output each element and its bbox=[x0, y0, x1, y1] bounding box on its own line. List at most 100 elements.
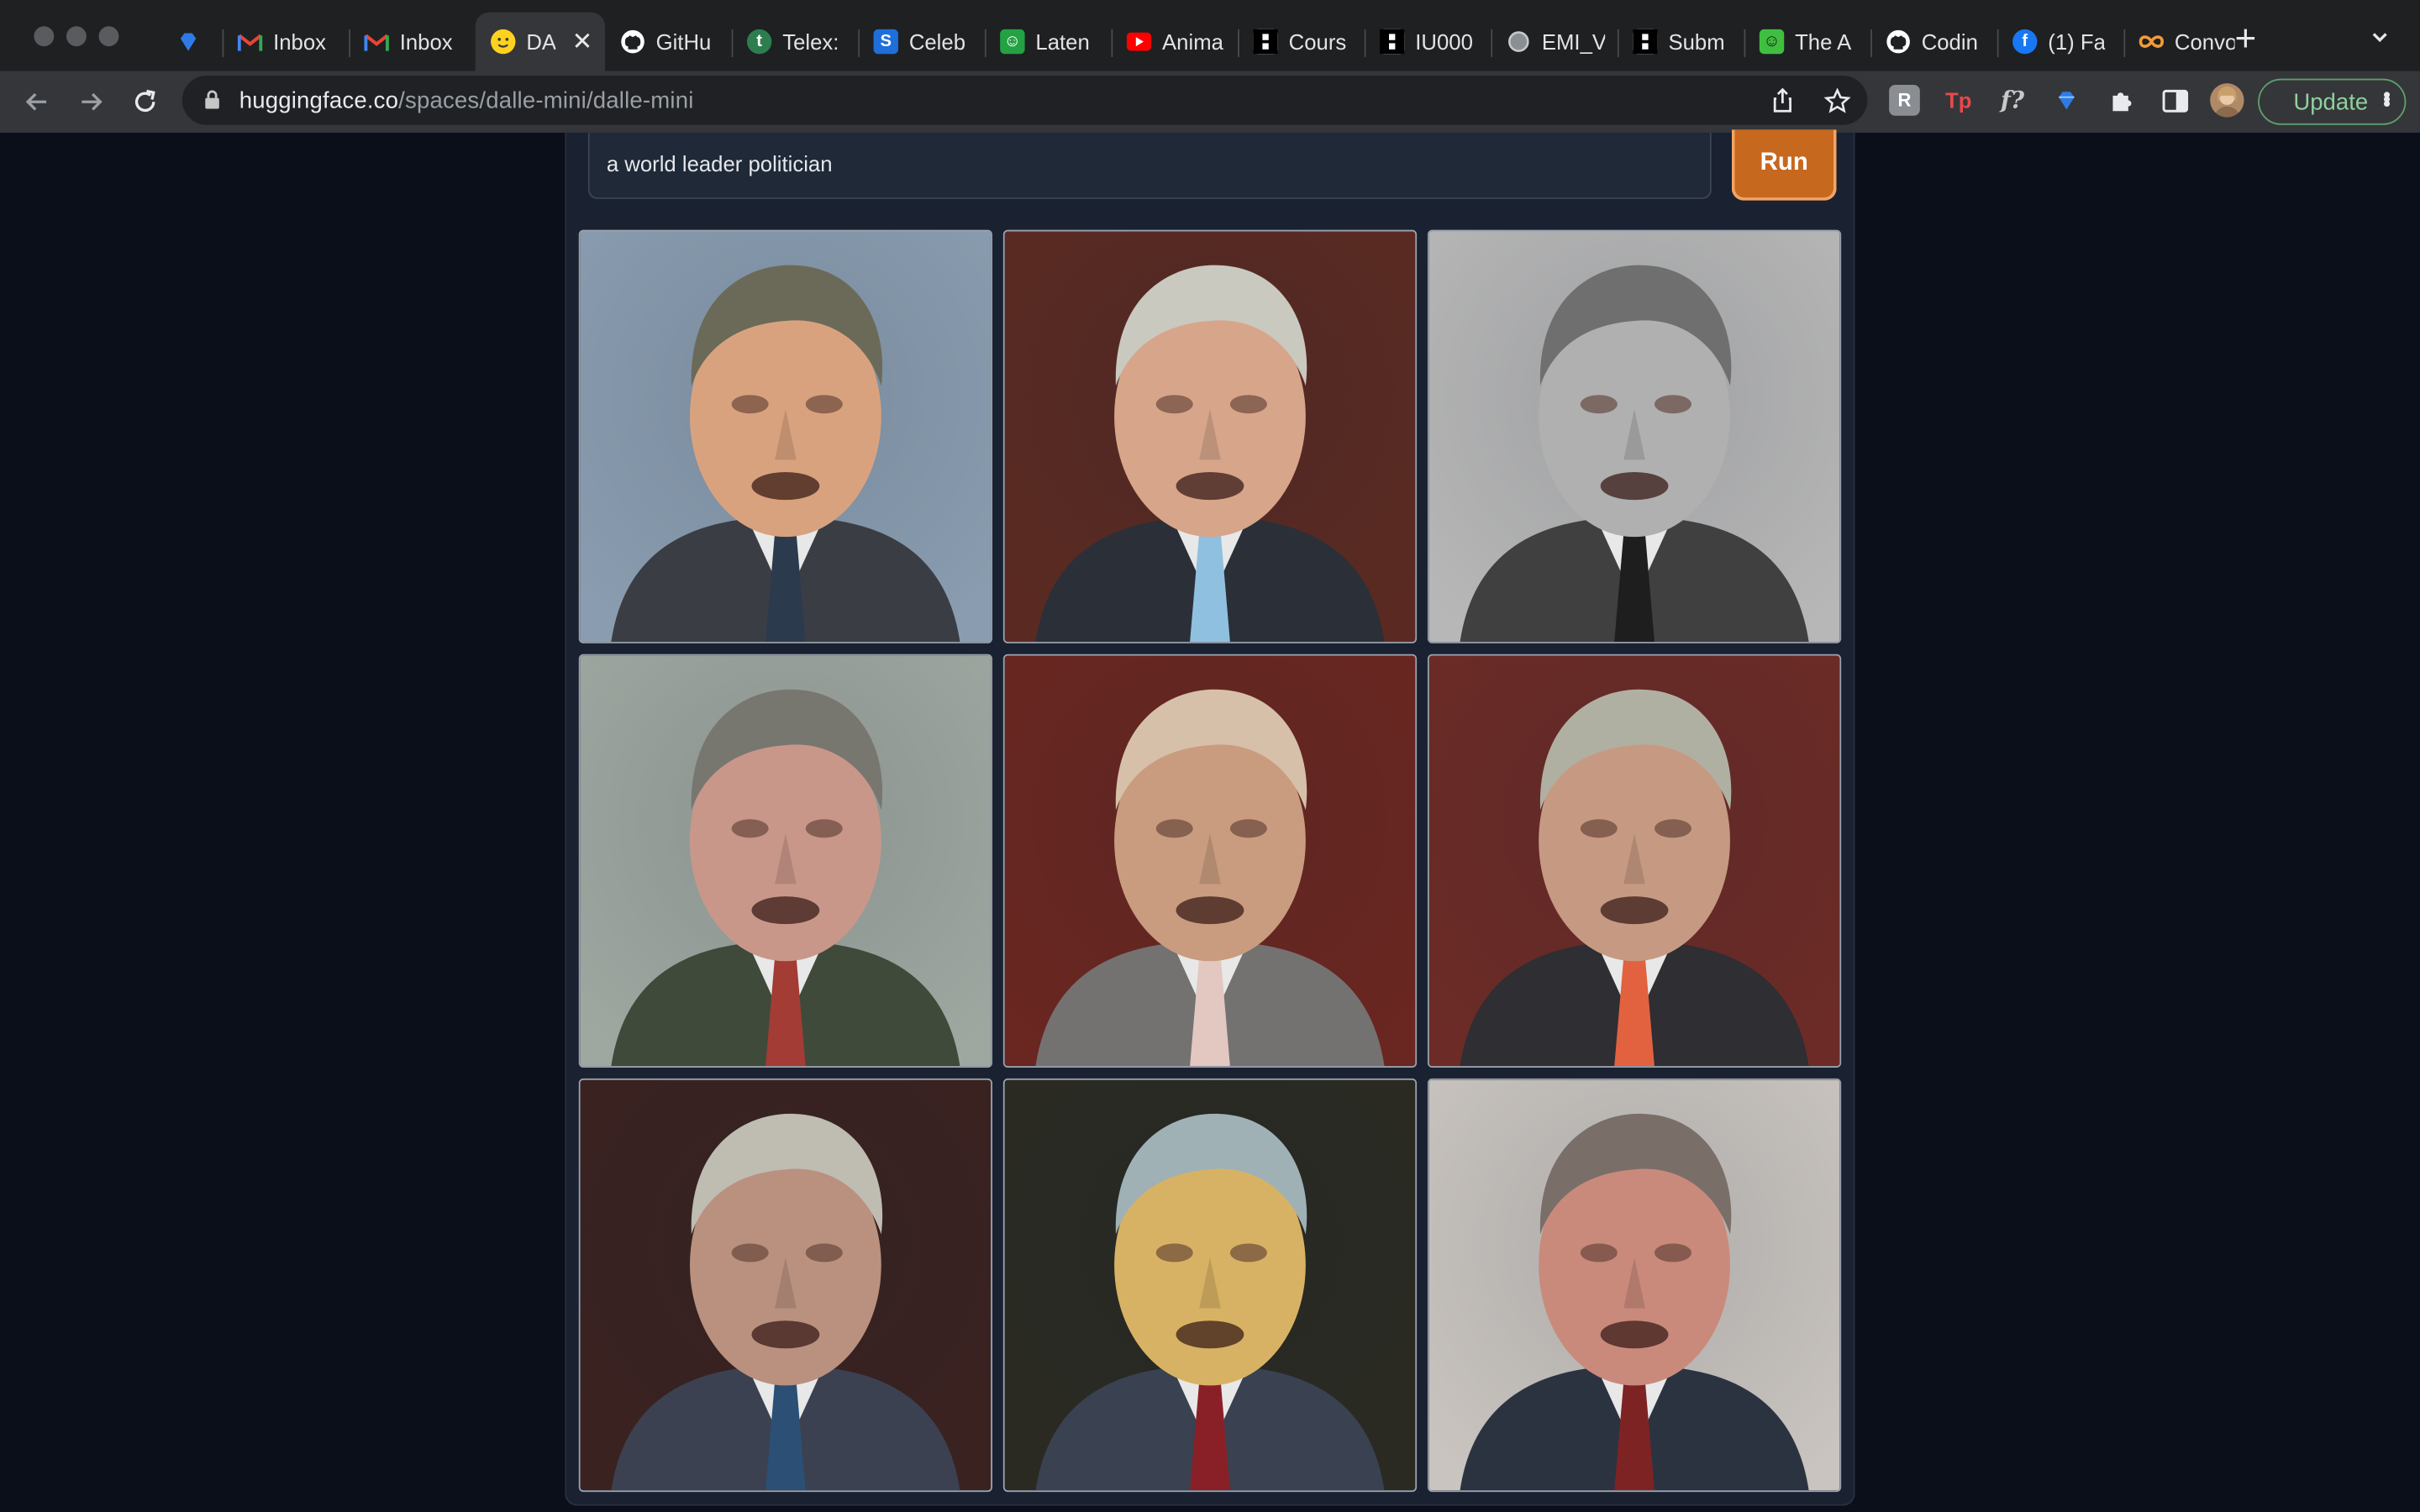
github-icon bbox=[620, 29, 644, 54]
tab-label: Codin bbox=[1921, 29, 1978, 55]
portrait-image bbox=[1004, 1079, 1416, 1491]
bookmark-star-icon[interactable] bbox=[1823, 87, 1850, 114]
browser-tab[interactable]: Anima bbox=[1111, 13, 1238, 71]
more-vertical-icon[interactable]: ••• bbox=[2375, 91, 2400, 104]
youtube-icon bbox=[1126, 29, 1152, 54]
generated-image[interactable] bbox=[578, 229, 992, 643]
close-window-button[interactable] bbox=[34, 26, 55, 47]
tab-label: Subm bbox=[1668, 29, 1725, 55]
tab-label: Convo bbox=[2174, 29, 2235, 55]
app-panel: a world leader politician Run bbox=[565, 129, 1855, 1506]
browser-tab[interactable]: Inbox bbox=[349, 13, 476, 71]
browser-tab[interactable]: S Celeb bbox=[858, 13, 985, 71]
facebook-icon: f bbox=[2012, 29, 2038, 55]
chevron-down-icon[interactable] bbox=[2370, 28, 2389, 46]
globe-icon bbox=[1507, 29, 1531, 54]
lock-icon[interactable] bbox=[203, 90, 220, 110]
celeb-icon: S bbox=[873, 29, 898, 55]
browser-tab[interactable] bbox=[160, 13, 222, 71]
browser-tab[interactable]: DA ✕ bbox=[475, 12, 605, 71]
browser-tab[interactable]: ☺ Laten bbox=[984, 13, 1112, 71]
browser-tab[interactable]: Inbox bbox=[222, 13, 349, 71]
tab-label: GitHu bbox=[655, 29, 712, 55]
latent-icon: ☺ bbox=[1000, 29, 1025, 55]
reload-icon bbox=[134, 89, 155, 113]
the-a-icon: ☺ bbox=[1759, 29, 1785, 55]
url-text[interactable]: huggingface.co/spaces/dalle-mini/dalle-m… bbox=[239, 88, 694, 114]
iu-icon bbox=[1380, 29, 1405, 55]
profile-avatar[interactable] bbox=[2210, 83, 2244, 118]
tab-label: IU000 bbox=[1415, 29, 1473, 55]
side-panel-icon[interactable] bbox=[2160, 85, 2191, 116]
browser-tab-strip: Inbox Inbox DA ✕ GitHu t Telex: S Celeb ☺ Laten Ani… bbox=[0, 0, 2420, 77]
zoom-window-button[interactable] bbox=[98, 26, 119, 47]
portrait-image bbox=[1428, 1079, 1840, 1491]
url-host: huggingface.co bbox=[239, 87, 399, 114]
arrow-left-icon bbox=[25, 92, 47, 111]
puzzle-icon[interactable] bbox=[2105, 85, 2136, 116]
generated-image[interactable] bbox=[578, 654, 992, 1068]
submit-icon bbox=[1633, 29, 1658, 55]
browser-tab[interactable]: Subm bbox=[1617, 13, 1744, 71]
courses-icon bbox=[1253, 29, 1278, 55]
browser-tab[interactable]: ☺ The A bbox=[1744, 13, 1870, 71]
extension-diamond-icon[interactable] bbox=[2051, 85, 2082, 116]
portrait-image bbox=[1428, 231, 1840, 643]
generated-image[interactable] bbox=[1427, 229, 1842, 643]
portrait-image bbox=[580, 1079, 992, 1491]
tab-label: Celeb bbox=[908, 29, 966, 55]
gmail-icon bbox=[364, 29, 389, 54]
diamond-icon bbox=[176, 29, 200, 54]
tab-label: Anima bbox=[1162, 29, 1223, 55]
update-label: Update bbox=[2293, 88, 2369, 115]
run-button[interactable]: Run bbox=[1731, 129, 1837, 201]
extension-function-icon[interactable]: f? bbox=[1997, 85, 2028, 116]
generated-image[interactable] bbox=[1002, 654, 1418, 1068]
address-bar[interactable]: huggingface.co/spaces/dalle-mini/dalle-m… bbox=[182, 75, 1868, 125]
telex-icon: t bbox=[746, 29, 772, 55]
arrow-right-icon bbox=[82, 92, 103, 111]
url-path: /spaces/dalle-mini/dalle-mini bbox=[398, 87, 694, 114]
browser-tab[interactable]: t Telex: bbox=[731, 13, 859, 71]
browser-tab[interactable]: IU000 bbox=[1364, 13, 1491, 71]
browser-toolbar: huggingface.co/spaces/dalle-mini/dalle-m… bbox=[0, 71, 2420, 133]
generated-image[interactable] bbox=[1002, 1078, 1418, 1493]
browser-tab[interactable]: EMI_V bbox=[1491, 13, 1618, 71]
tab-label: Telex: bbox=[782, 29, 839, 55]
gmail-icon bbox=[237, 29, 263, 54]
close-tab-icon[interactable]: ✕ bbox=[572, 26, 593, 57]
prompt-input[interactable]: a world leader politician bbox=[587, 132, 1712, 199]
tab-label: DA bbox=[526, 29, 555, 55]
generated-image[interactable] bbox=[578, 1078, 992, 1493]
browser-tab[interactable]: Cours bbox=[1238, 13, 1365, 71]
browser-tab[interactable]: Codin bbox=[1870, 13, 1997, 71]
tab-label: EMI_V bbox=[1541, 29, 1606, 55]
generated-image[interactable] bbox=[1427, 1078, 1842, 1493]
portrait-image bbox=[1428, 655, 1840, 1067]
browser-tab[interactable]: f (1) Fa bbox=[1996, 13, 2124, 71]
tab-list: Inbox Inbox DA ✕ GitHu t Telex: S Celeb ☺ Laten Ani… bbox=[160, 12, 2247, 71]
tab-label: Cours bbox=[1288, 29, 1347, 55]
portrait-image bbox=[1004, 655, 1416, 1067]
minimize-window-button[interactable] bbox=[66, 26, 87, 47]
new-tab-button[interactable]: + bbox=[2235, 21, 2257, 59]
portrait-image bbox=[1004, 231, 1416, 643]
extension-r-icon[interactable]: R bbox=[1889, 85, 1920, 116]
tab-label: Laten bbox=[1035, 29, 1090, 55]
forward-button[interactable] bbox=[72, 83, 109, 120]
back-button[interactable] bbox=[18, 83, 55, 120]
tab-label: Inbox bbox=[273, 29, 327, 55]
browser-tab[interactable]: Convo bbox=[2123, 13, 2247, 71]
tab-label: (1) Fa bbox=[2048, 29, 2106, 55]
browser-tab[interactable]: GitHu bbox=[605, 13, 732, 71]
window-controls bbox=[34, 26, 119, 47]
update-button[interactable]: Update ••• bbox=[2258, 78, 2407, 125]
share-icon[interactable] bbox=[1769, 87, 1797, 114]
generated-image[interactable] bbox=[1427, 654, 1842, 1068]
portrait-image bbox=[580, 231, 992, 643]
reload-button[interactable] bbox=[127, 83, 164, 120]
github-icon bbox=[1886, 29, 1910, 54]
portrait-image bbox=[580, 655, 992, 1067]
generated-image[interactable] bbox=[1002, 229, 1418, 643]
extension-tp-icon[interactable]: Tp bbox=[1943, 85, 1974, 116]
